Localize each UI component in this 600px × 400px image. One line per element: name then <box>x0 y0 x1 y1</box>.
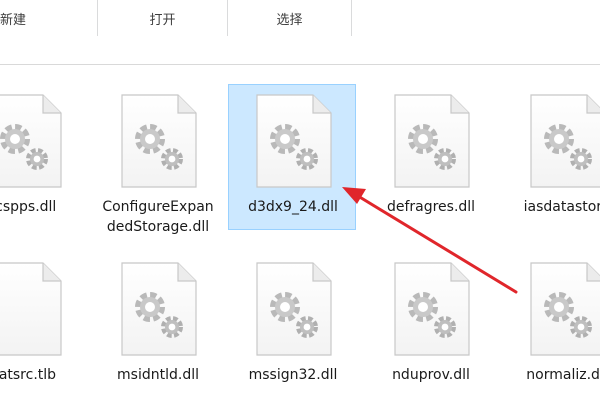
dll-settings-file-icon <box>529 93 600 189</box>
dll-settings-file-icon <box>120 93 198 189</box>
dll-settings-file-icon <box>529 261 600 357</box>
ribbon-group-select-label: 选择 <box>276 13 303 28</box>
file-item-configureexpandedstorage[interactable]: ConfigureExpan dedStorage.dll <box>93 84 221 235</box>
file-name: rcspps.dll <box>0 199 57 215</box>
explorer-window: 新建 打开 选择 rcspps.dll ConfigureExpan dedSt… <box>0 0 600 400</box>
file-name: datsrc.tlb <box>0 367 57 383</box>
ribbon-group-select[interactable]: 选择 <box>228 0 352 36</box>
file-item-defragres[interactable]: defragres.dll <box>366 84 494 222</box>
file-item-rcspps[interactable]: rcspps.dll <box>0 84 86 222</box>
file-name: nduprov.dll <box>392 367 470 383</box>
address-area <box>0 36 600 65</box>
file-item-d3dx9-24[interactable]: d3dx9_24.dll <box>228 84 356 230</box>
file-name: d3dx9_24.dll <box>248 199 338 215</box>
dll-settings-file-icon <box>0 261 63 357</box>
dll-settings-file-icon <box>393 93 471 189</box>
ribbon-bar: 新建 打开 选择 <box>0 0 600 36</box>
file-item-datsrc[interactable]: datsrc.tlb <box>0 252 86 390</box>
ribbon-group-new-label: 新建 <box>0 13 27 28</box>
ribbon-group-open-label: 打开 <box>149 13 176 28</box>
file-name: normaliz.dll <box>526 367 600 383</box>
file-name: msidntld.dll <box>117 367 199 383</box>
dll-settings-file-icon <box>120 261 198 357</box>
file-name: mssign32.dll <box>248 367 338 383</box>
dll-settings-file-icon <box>255 93 333 189</box>
file-name: ConfigureExpan dedStorage.dll <box>94 197 222 237</box>
file-item-iasdatastore[interactable]: iasdatastore <box>502 84 600 222</box>
file-name-line2: dedStorage.dll <box>106 219 210 235</box>
file-name: iasdatastore <box>523 199 600 215</box>
file-item-nduprov[interactable]: nduprov.dll <box>366 252 494 390</box>
file-name: defragres.dll <box>386 199 476 215</box>
file-item-mssign32[interactable]: mssign32.dll <box>228 252 356 390</box>
file-name-line1: ConfigureExpan <box>102 199 214 215</box>
ribbon-group-new[interactable]: 新建 <box>0 0 98 36</box>
dll-settings-file-icon <box>255 261 333 357</box>
dll-settings-file-icon <box>393 261 471 357</box>
file-item-msidntld[interactable]: msidntld.dll <box>93 252 221 390</box>
file-item-normaliz[interactable]: normaliz.dll <box>502 252 600 390</box>
dll-settings-file-icon <box>0 93 63 189</box>
ribbon-group-open[interactable]: 打开 <box>98 0 228 36</box>
